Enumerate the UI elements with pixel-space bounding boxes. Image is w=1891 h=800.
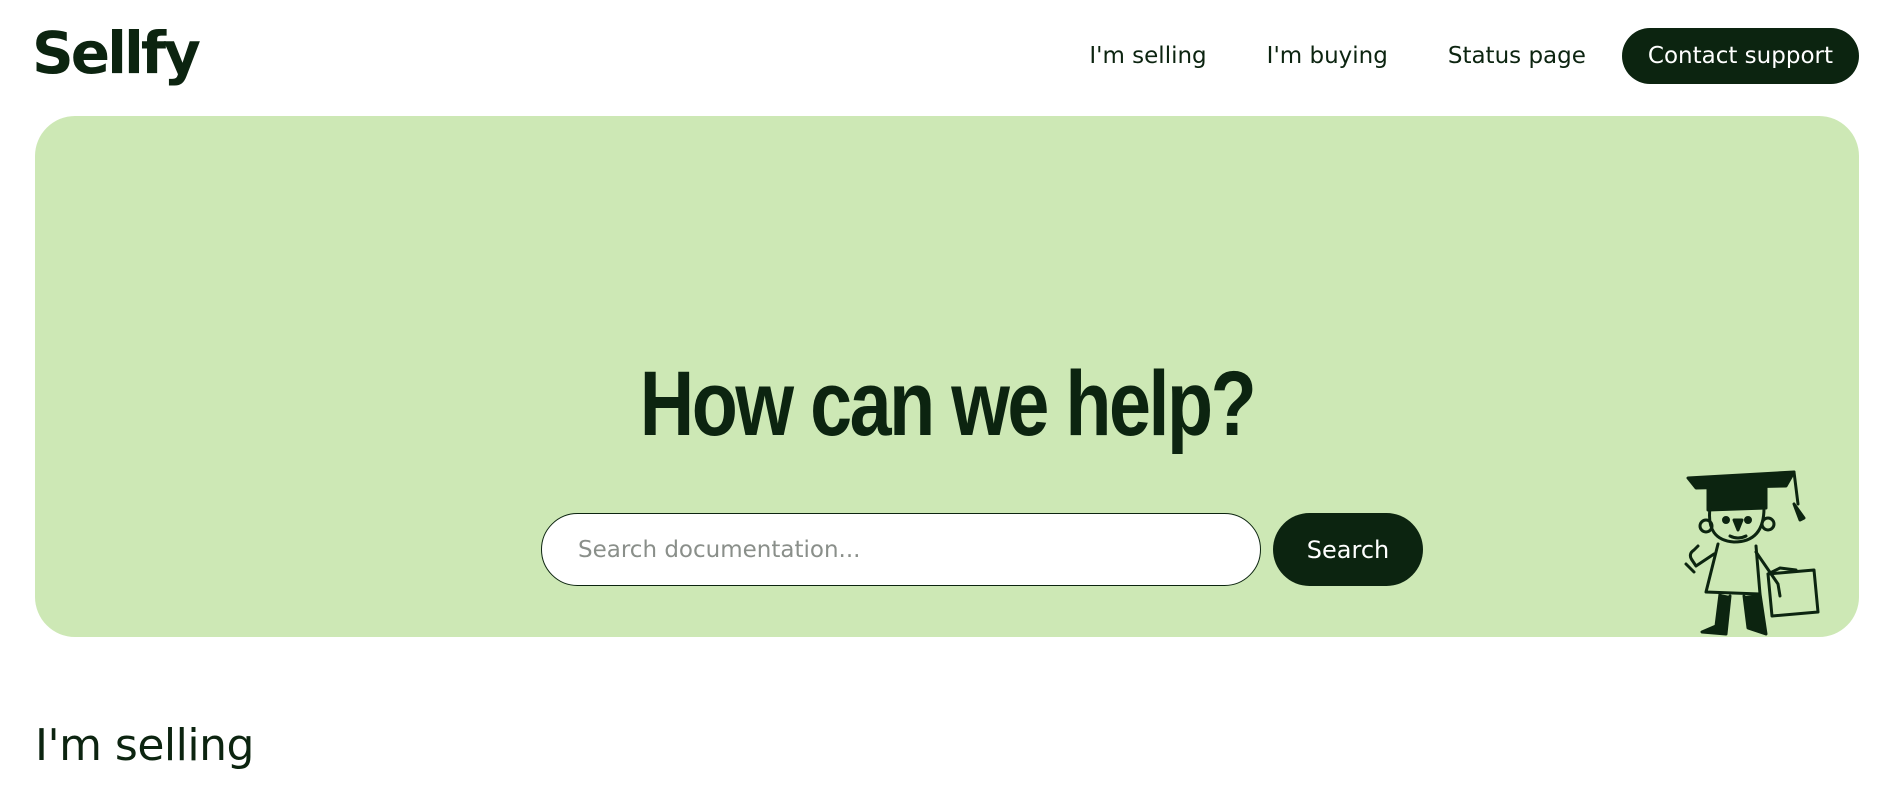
- nav-link-status-page[interactable]: Status page: [1448, 43, 1586, 69]
- nav-link-im-selling[interactable]: I'm selling: [1089, 43, 1206, 69]
- search-button[interactable]: Search: [1273, 513, 1423, 586]
- hero-banner: How can we help? Search: [35, 116, 1859, 637]
- section-title-im-selling: I'm selling: [35, 720, 254, 771]
- top-nav: I'm selling I'm buying Status page Conta…: [1089, 28, 1859, 84]
- hero-title: How can we help?: [639, 353, 1257, 455]
- sellfy-logo[interactable]: Sellfy: [32, 18, 201, 88]
- nav-link-im-buying[interactable]: I'm buying: [1267, 43, 1388, 69]
- search-input[interactable]: [541, 513, 1261, 586]
- contact-support-button[interactable]: Contact support: [1621, 28, 1859, 84]
- graduate-mascot-illustration: [1684, 470, 1820, 636]
- site-header: Sellfy I'm selling I'm buying Status pag…: [0, 0, 1891, 112]
- search-bar: Search: [541, 513, 1423, 586]
